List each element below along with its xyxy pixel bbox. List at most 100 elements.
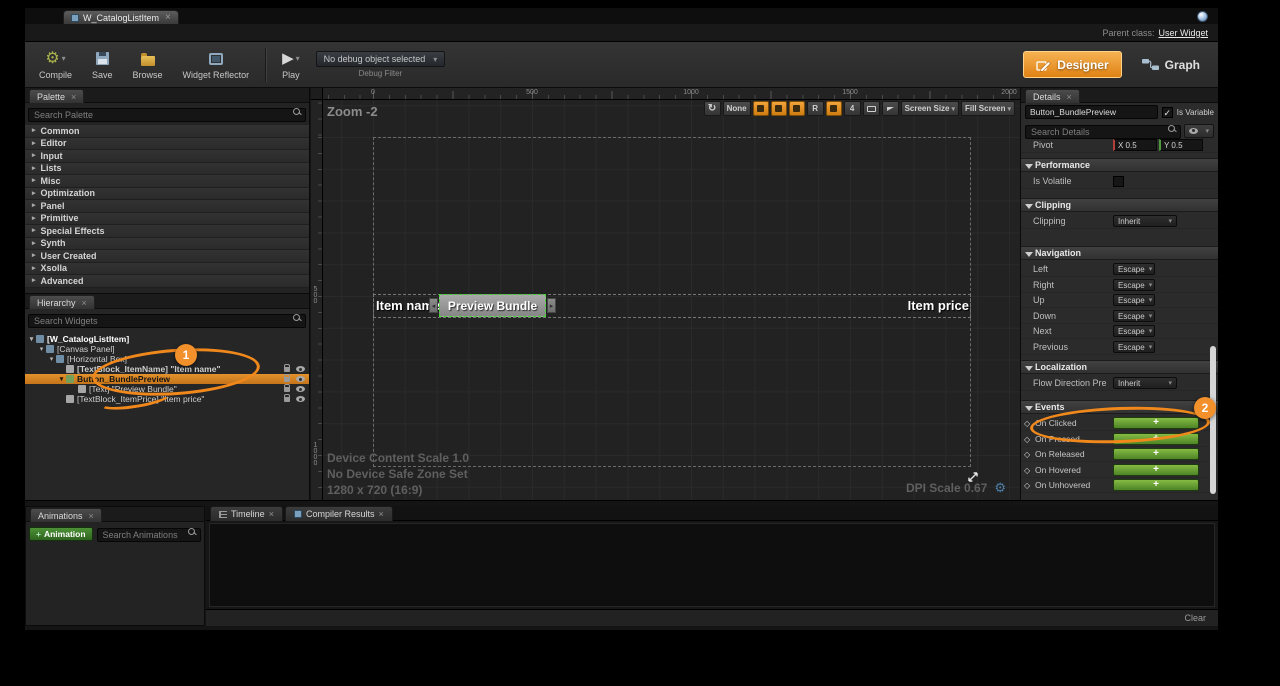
palette-category-misc[interactable]: ▸Misc	[25, 175, 309, 188]
pivot-y-field[interactable]: Y 0.5	[1159, 139, 1203, 151]
compiler-results-log[interactable]	[209, 523, 1215, 607]
lock-icon[interactable]	[284, 367, 290, 372]
outline-mode-toggle[interactable]	[771, 101, 787, 116]
close-icon[interactable]: ×	[165, 13, 171, 23]
close-icon[interactable]: ×	[89, 511, 94, 521]
add-on-released-event-button[interactable]: +	[1113, 448, 1199, 460]
details-scrollbar[interactable]	[1210, 346, 1216, 494]
palette-category-synth[interactable]: ▸Synth	[25, 238, 309, 251]
palette-category-xsolla[interactable]: ▸Xsolla	[25, 263, 309, 276]
hierarchy-item-text-preview-bundle[interactable]: [Text] "Preview Bundle"	[25, 384, 309, 394]
palette-category-editor[interactable]: ▸Editor	[25, 138, 309, 151]
play-button[interactable]: ▶▾ Play	[278, 48, 304, 82]
parent-class-link[interactable]: User Widget	[1158, 28, 1208, 38]
animations-tab[interactable]: Animations ×	[30, 508, 102, 522]
hierarchy-tab[interactable]: Hierarchy ×	[29, 295, 95, 309]
lock-icon[interactable]	[284, 397, 290, 402]
compile-button[interactable]: ⚙▾ Compile	[35, 48, 76, 82]
flow-direction-dropdown[interactable]: Inherit▾	[1113, 377, 1177, 389]
eye-icon[interactable]	[296, 366, 305, 372]
close-icon[interactable]: ×	[269, 509, 274, 519]
details-tab[interactable]: Details ×	[1025, 89, 1080, 103]
palette-category-panel[interactable]: ▸Panel	[25, 200, 309, 213]
nav-next-dropdown[interactable]: Escape▾	[1113, 325, 1155, 337]
tab-compiler-results[interactable]: Compiler Results ×	[285, 506, 393, 521]
eye-icon[interactable]	[296, 386, 305, 392]
designer-mode-button[interactable]: Designer	[1023, 51, 1121, 78]
hierarchy-search-input[interactable]	[28, 314, 306, 328]
screen-size-dropdown[interactable]: Screen Size▾	[901, 101, 959, 116]
hierarchy-item-button-bundlepreview[interactable]: ▾ Button_BundlePreview	[25, 374, 309, 384]
nav-previous-dropdown[interactable]: Escape▾	[1113, 341, 1155, 353]
close-icon[interactable]: ×	[82, 298, 87, 308]
eye-icon[interactable]	[296, 376, 305, 382]
section-clipping[interactable]: Clipping	[1021, 198, 1218, 212]
nav-up-dropdown[interactable]: Escape▾	[1113, 294, 1155, 306]
canvas-button-preview-bundle[interactable]: Preview Bundle	[439, 294, 546, 317]
hierarchy-item-canvas-panel[interactable]: ▾ [Canvas Panel]	[25, 344, 309, 354]
clear-button[interactable]: Clear	[1184, 613, 1206, 623]
play-options-caret-icon[interactable]: ▾	[296, 54, 300, 63]
details-search-input[interactable]	[1025, 125, 1181, 139]
hierarchy-item-horizontal-box[interactable]: ▾ [Horizontal Box]	[25, 354, 309, 364]
nav-right-dropdown[interactable]: Escape▾	[1113, 279, 1155, 291]
expander-icon[interactable]: ▾	[27, 335, 36, 343]
palette-category-lists[interactable]: ▸Lists	[25, 163, 309, 176]
graph-mode-button[interactable]: Graph	[1134, 51, 1208, 78]
window-corner-icon[interactable]	[1197, 11, 1208, 22]
add-on-clicked-event-button[interactable]: +	[1113, 417, 1199, 429]
section-localization[interactable]: Localization	[1021, 360, 1218, 374]
palette-category-special-effects[interactable]: ▸Special Effects	[25, 225, 309, 238]
add-animation-button[interactable]: +Animation	[29, 527, 93, 541]
expander-icon[interactable]: ▾	[37, 345, 46, 353]
pixel-snap-toggle[interactable]	[789, 101, 805, 116]
section-events[interactable]: Events	[1021, 400, 1218, 414]
resolution-preview-button[interactable]	[863, 101, 880, 116]
widget-reflector-button[interactable]: Widget Reflector	[179, 48, 254, 82]
nav-left-dropdown[interactable]: Escape▾	[1113, 263, 1155, 275]
property-visibility-button[interactable]: ▾	[1184, 124, 1214, 138]
fill-screen-dropdown[interactable]: Fill Screen▾	[961, 101, 1015, 116]
hierarchy-item-textblock-itemname[interactable]: [TextBlock_ItemName] "Item name"	[25, 364, 309, 374]
nav-down-dropdown[interactable]: Escape▾	[1113, 310, 1155, 322]
safe-zone-preview-button[interactable]	[882, 101, 899, 116]
palette-category-input[interactable]: ▸Input	[25, 150, 309, 163]
grid-snap-toggle[interactable]	[826, 101, 842, 116]
palette-search-input[interactable]	[28, 108, 306, 122]
designer-canvas[interactable]: 0 500 1000 1500 2000 500 1000 Zoom -2 ↻ …	[311, 88, 1020, 500]
browse-button[interactable]: Browse	[129, 48, 167, 82]
palette-category-advanced[interactable]: ▸Advanced	[25, 275, 309, 288]
localization-preview-button[interactable]: ↻	[704, 101, 721, 116]
palette-category-optimization[interactable]: ▸Optimization	[25, 188, 309, 201]
palette-category-primitive[interactable]: ▸Primitive	[25, 213, 309, 226]
grid-snap-size-button[interactable]: 4	[844, 101, 861, 116]
lock-widgets-toggle[interactable]	[753, 101, 769, 116]
hierarchy-item-textblock-itemprice[interactable]: [TextBlock_ItemPrice] "Item price"	[25, 394, 309, 404]
pivot-x-field[interactable]: X 0.5	[1113, 139, 1157, 151]
lock-icon[interactable]	[284, 387, 290, 392]
lock-icon[interactable]	[284, 377, 290, 382]
flow-direction-preview-dropdown[interactable]: None	[723, 101, 751, 116]
close-icon[interactable]: ×	[378, 509, 383, 519]
debug-object-dropdown[interactable]: No debug object selected ▾	[316, 51, 446, 67]
palette-category-user-created[interactable]: ▸User Created	[25, 250, 309, 263]
expander-icon[interactable]: ▾	[57, 375, 66, 383]
button-right-resize-handle[interactable]: ▸	[547, 298, 556, 313]
asset-tab[interactable]: W_CatalogListItem ×	[63, 10, 179, 24]
palette-category-common[interactable]: ▸Common	[25, 125, 309, 138]
palette-tab[interactable]: Palette ×	[29, 89, 84, 103]
add-on-pressed-event-button[interactable]: +	[1113, 433, 1199, 445]
animations-search-input[interactable]	[97, 528, 201, 542]
section-performance[interactable]: Performance	[1021, 158, 1218, 172]
section-navigation[interactable]: Navigation	[1021, 246, 1218, 260]
save-button[interactable]: Save	[88, 48, 117, 82]
widget-name-input[interactable]	[1025, 105, 1158, 119]
add-on-hovered-event-button[interactable]: +	[1113, 464, 1199, 476]
dpi-settings-gear-icon[interactable]: ⚙	[994, 480, 1006, 496]
tab-timeline[interactable]: Timeline ×	[210, 506, 283, 521]
expander-icon[interactable]: ▾	[47, 355, 56, 363]
is-variable-checkbox[interactable]: ✓	[1162, 107, 1173, 118]
close-icon[interactable]: ×	[1067, 92, 1072, 102]
add-on-unhovered-event-button[interactable]: +	[1113, 479, 1199, 491]
rotate-mode-button[interactable]: R	[807, 101, 824, 116]
